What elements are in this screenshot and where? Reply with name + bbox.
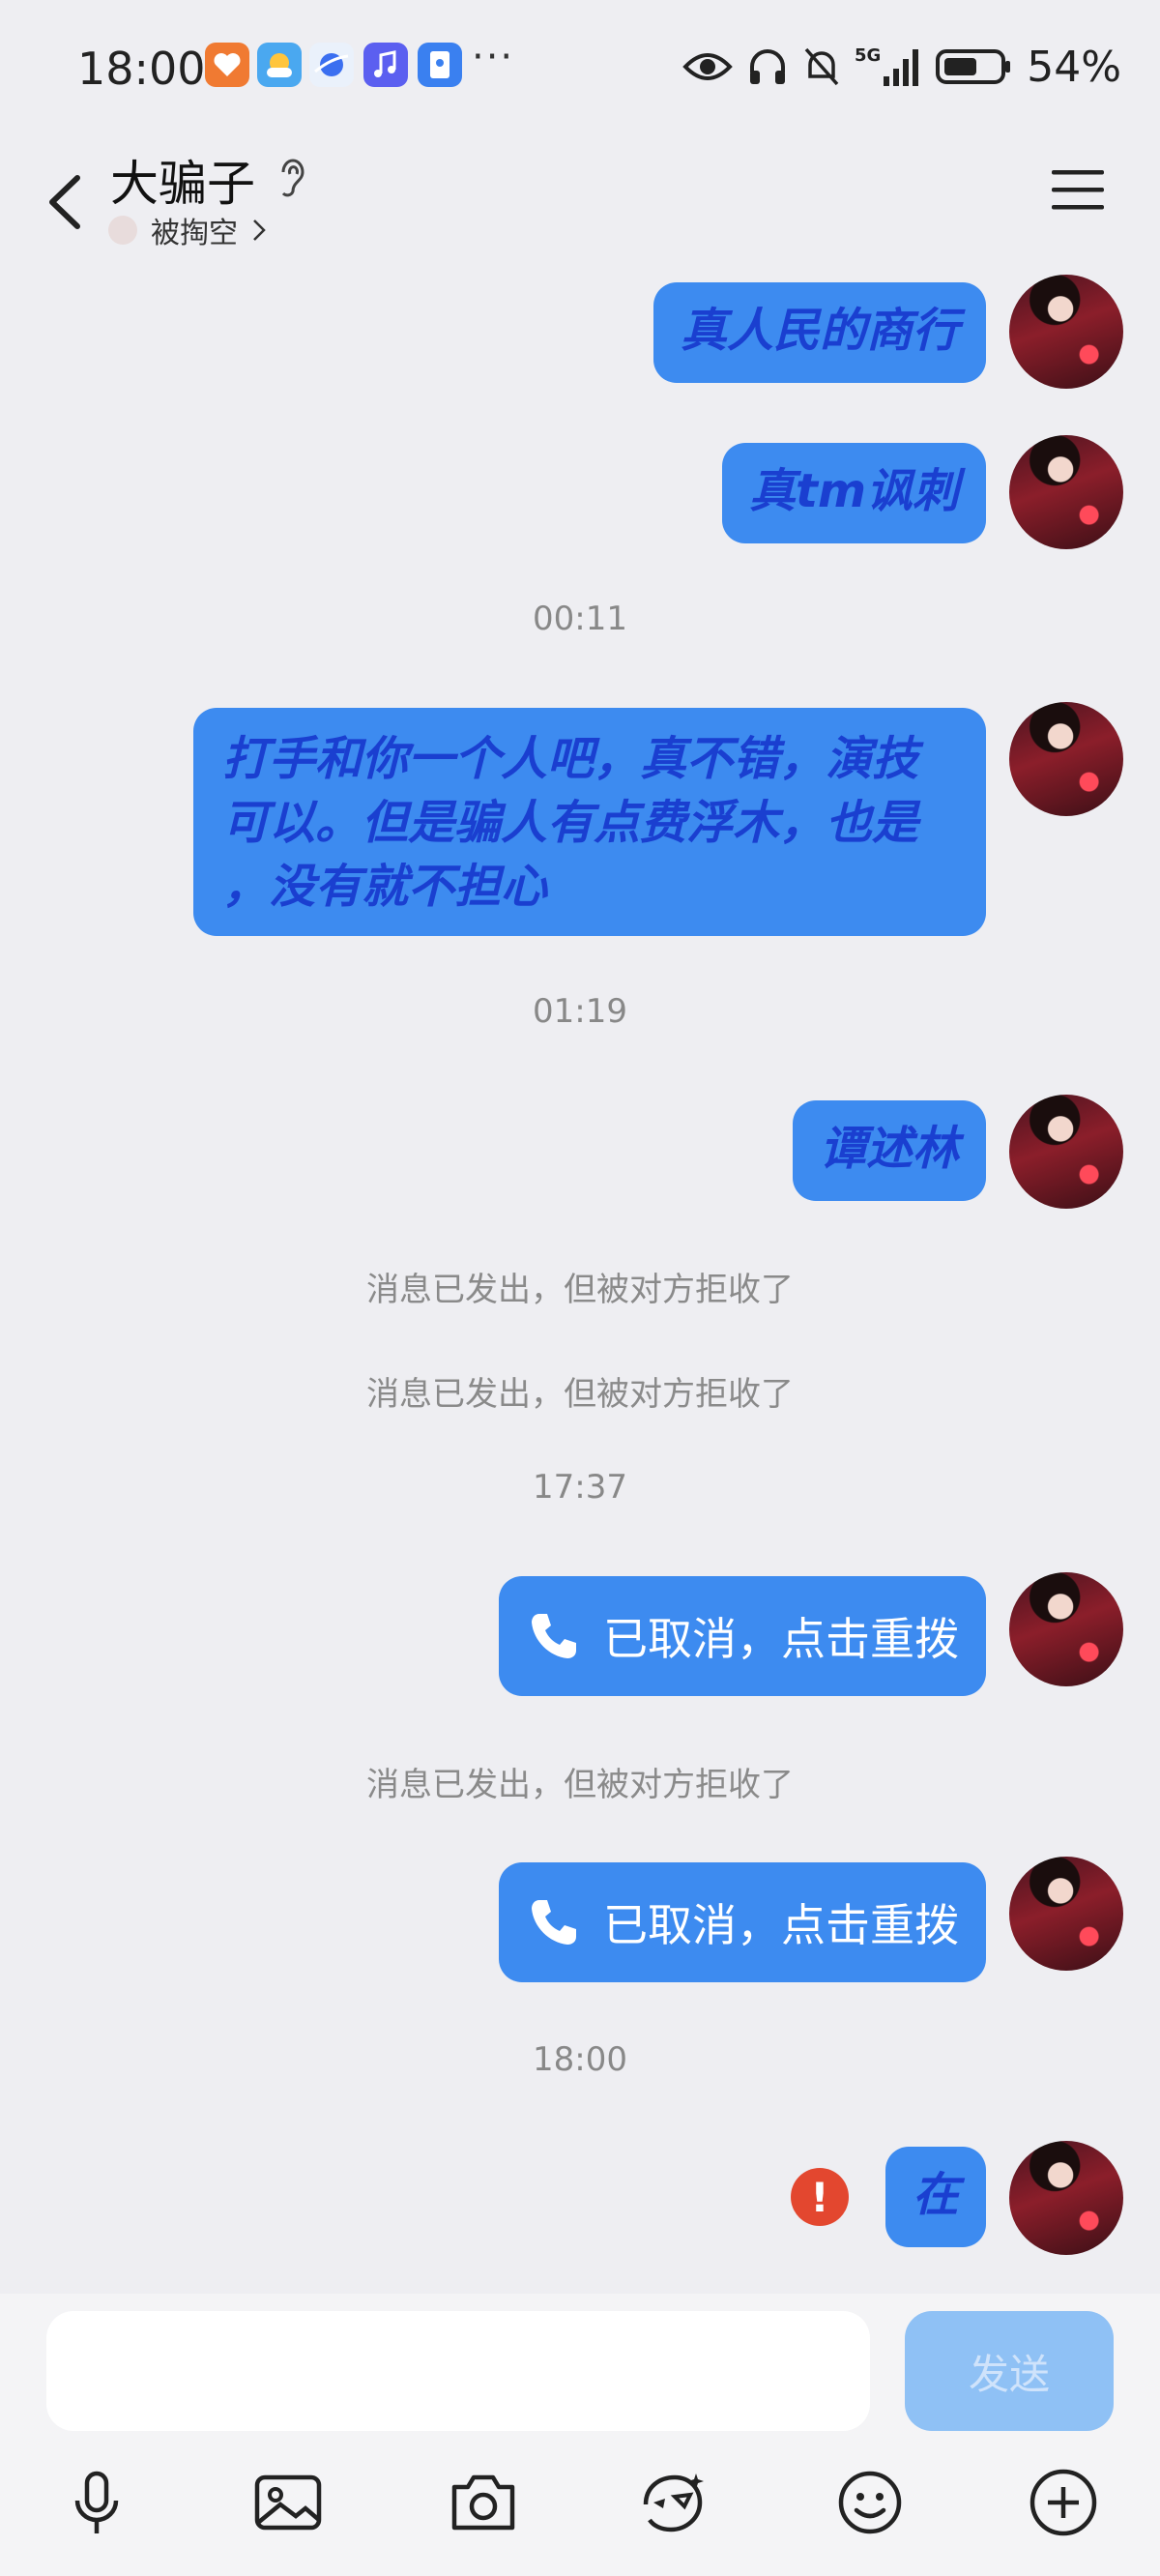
message-bubble[interactable]: 在 bbox=[884, 2147, 986, 2247]
battery-percent: 54% bbox=[1027, 42, 1121, 92]
camera-icon[interactable] bbox=[447, 2466, 520, 2539]
more-notifications-icon: ··· bbox=[472, 35, 515, 79]
avatar[interactable] bbox=[1009, 1095, 1123, 1209]
message-bubble[interactable]: 谭述林 bbox=[792, 1100, 986, 1201]
message-line: 打手和你一个人吧，真不错，演技 bbox=[222, 732, 919, 786]
timestamp: 17:37 bbox=[533, 1468, 627, 1507]
call-bubble[interactable]: 已取消，点击重拨 bbox=[499, 1576, 986, 1696]
message-bubble[interactable]: 真tm讽刺 bbox=[722, 443, 986, 543]
status-time: 18:00 bbox=[77, 43, 206, 95]
avatar[interactable] bbox=[1009, 275, 1123, 389]
avatar[interactable] bbox=[1009, 1572, 1123, 1686]
weather-app-icon bbox=[257, 43, 302, 87]
chevron-right-icon bbox=[253, 220, 266, 241]
emoji-icon[interactable] bbox=[833, 2466, 907, 2539]
svg-text:5G: 5G bbox=[855, 45, 881, 66]
sticker-icon[interactable] bbox=[636, 2466, 710, 2539]
chat-title[interactable]: 大骗子 bbox=[110, 145, 255, 215]
status-avatar bbox=[108, 216, 137, 245]
call-text: 已取消，点击重拨 bbox=[603, 1613, 959, 1665]
message-text: 谭述林 bbox=[819, 1122, 959, 1176]
message-text: 在 bbox=[912, 2168, 959, 2222]
contact-status: 被掏空 bbox=[151, 217, 238, 250]
timestamp: 01:19 bbox=[533, 992, 627, 1031]
call-bubble[interactable]: 已取消，点击重拨 bbox=[499, 1862, 986, 1982]
phone-icon bbox=[532, 1614, 576, 1658]
back-button[interactable] bbox=[35, 159, 93, 246]
status-row[interactable]: 被掏空 bbox=[108, 209, 267, 251]
avatar[interactable] bbox=[1009, 435, 1123, 549]
planet-app-icon bbox=[309, 43, 354, 87]
send-button[interactable]: 发送 bbox=[905, 2311, 1114, 2431]
message-text: 真人民的商行 bbox=[680, 304, 959, 358]
menu-button[interactable] bbox=[1048, 164, 1108, 215]
image-icon[interactable] bbox=[251, 2466, 325, 2539]
phone-icon bbox=[532, 1900, 576, 1945]
plus-icon[interactable] bbox=[1027, 2466, 1100, 2539]
timestamp: 00:11 bbox=[533, 600, 627, 638]
message-text: 真tm讽刺 bbox=[749, 464, 959, 518]
mute-icon bbox=[804, 47, 839, 86]
eye-icon bbox=[682, 53, 733, 80]
files-app-icon bbox=[418, 43, 462, 87]
avatar[interactable] bbox=[1009, 2141, 1123, 2255]
music-app-icon bbox=[363, 43, 408, 87]
message-line: ，没有就不担心 bbox=[222, 860, 548, 914]
message-input[interactable] bbox=[46, 2311, 870, 2431]
input-area: 发送 bbox=[0, 2294, 1160, 2576]
status-bar: 18:00 ··· 5G 54% bbox=[0, 0, 1160, 135]
send-failed-icon[interactable]: ! bbox=[791, 2168, 849, 2226]
ear-icon[interactable] bbox=[276, 153, 309, 201]
message-bubble[interactable]: 打手和你一个人吧，真不错，演技 可以。但是骗人有点费浮木，也是 ，没有就不担心 bbox=[193, 708, 986, 936]
battery-icon bbox=[936, 49, 1011, 84]
timestamp: 18:00 bbox=[533, 2040, 627, 2079]
microphone-icon[interactable] bbox=[60, 2466, 133, 2539]
avatar[interactable] bbox=[1009, 1857, 1123, 1971]
status-right-group: 5G 54% bbox=[682, 42, 1121, 92]
message-line: 可以。但是骗人有点费浮木，也是 bbox=[222, 796, 919, 850]
system-message: 消息已发出，但被对方拒收了 bbox=[366, 1375, 794, 1414]
system-message: 消息已发出，但被对方拒收了 bbox=[366, 1271, 794, 1309]
chat-header: 大骗子 被掏空 bbox=[0, 135, 1160, 271]
system-message: 消息已发出，但被对方拒收了 bbox=[366, 1766, 794, 1804]
avatar[interactable] bbox=[1009, 702, 1123, 816]
call-text: 已取消，点击重拨 bbox=[603, 1899, 959, 1951]
headphones-icon bbox=[750, 49, 786, 84]
health-app-icon bbox=[205, 43, 249, 87]
signal-icon: 5G bbox=[855, 45, 919, 86]
message-bubble[interactable]: 真人民的商行 bbox=[652, 282, 986, 383]
